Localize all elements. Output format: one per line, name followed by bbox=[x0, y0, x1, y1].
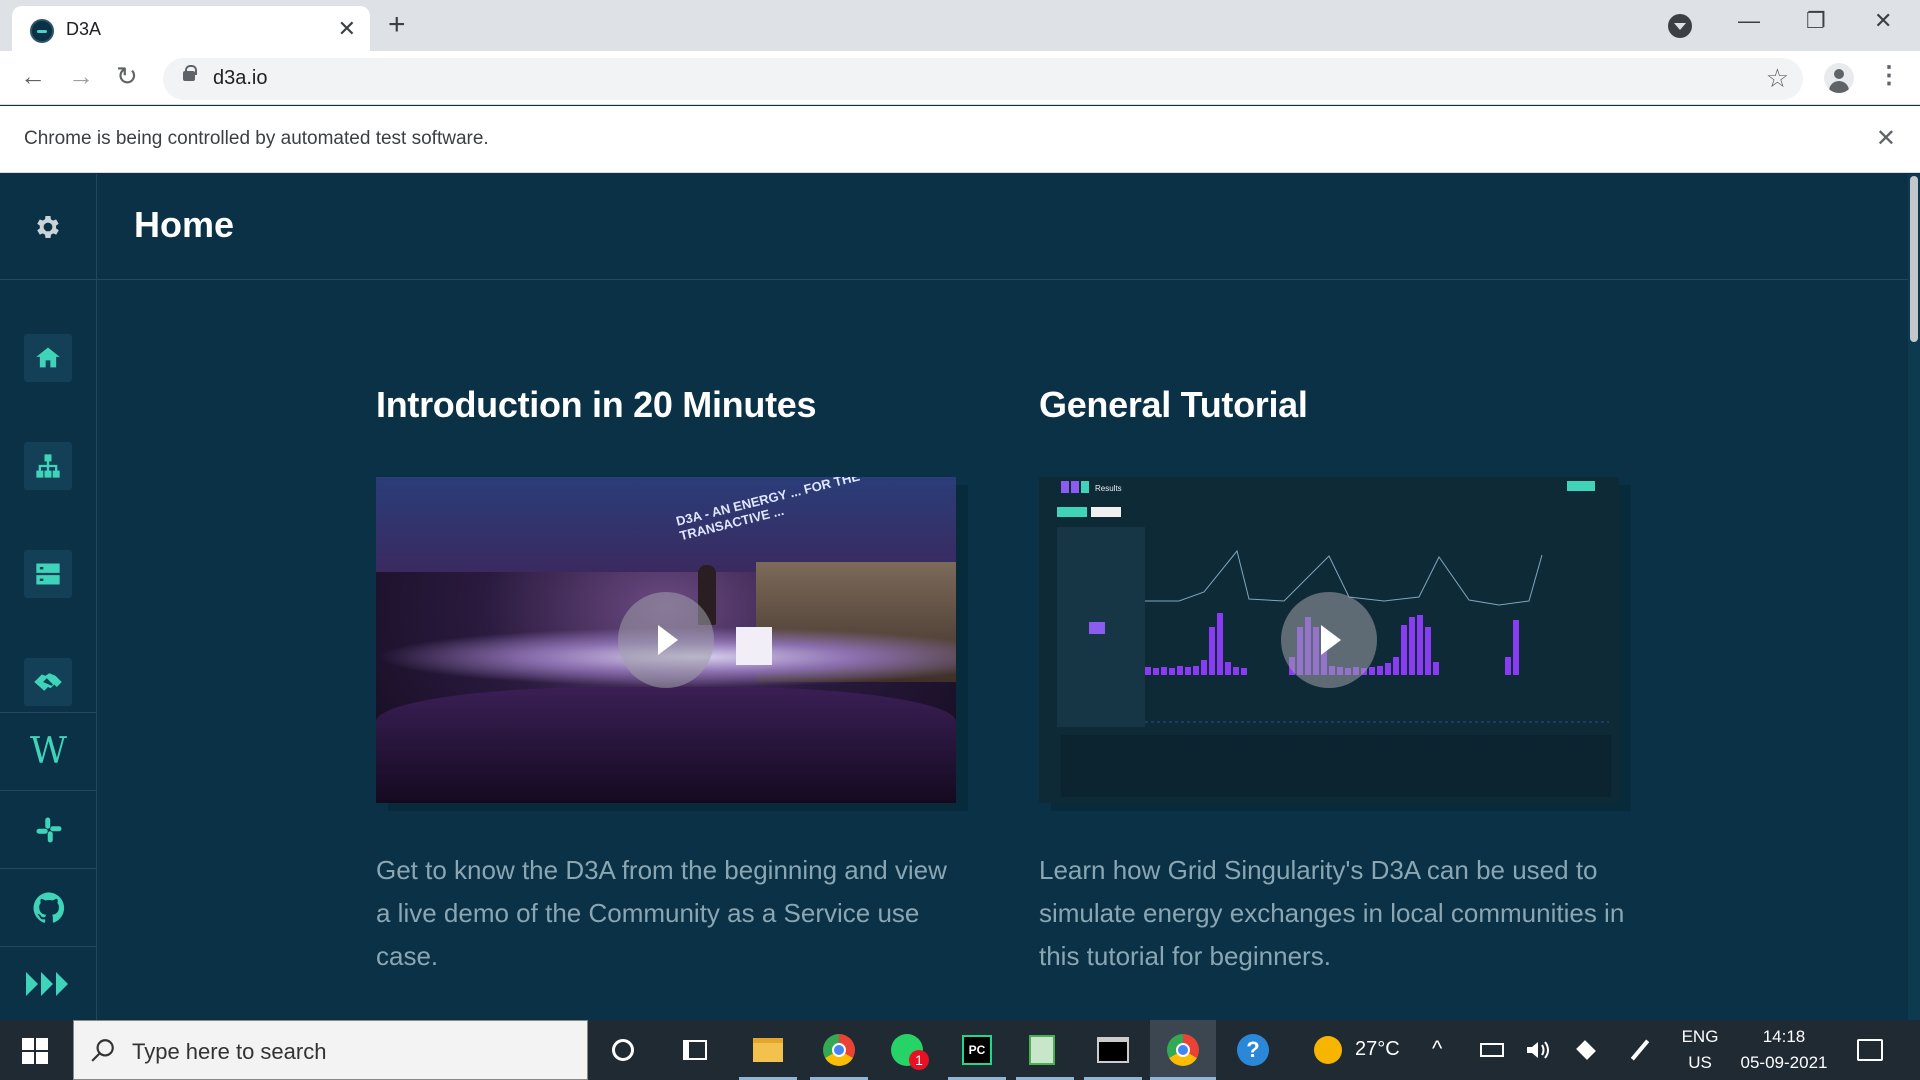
sidebar-settings bbox=[0, 174, 96, 280]
page-title: Home bbox=[134, 204, 235, 245]
video-thumbnail-tutorial[interactable]: Results bbox=[1039, 477, 1619, 803]
chrome-icon[interactable] bbox=[821, 1032, 857, 1068]
card-title: Introduction in 20 Minutes bbox=[376, 384, 817, 425]
sidebar-item-logo[interactable] bbox=[0, 946, 97, 1020]
sidebar-item-wiki[interactable]: W bbox=[0, 712, 97, 790]
forward-icon[interactable]: → bbox=[68, 61, 94, 92]
region-code: US bbox=[1688, 1053, 1712, 1072]
tab-close-icon[interactable]: ✕ bbox=[338, 16, 356, 42]
card-description: Get to know the D3A from the beginning a… bbox=[376, 855, 947, 971]
whatsapp-badge: 1 bbox=[909, 1050, 929, 1070]
sidebar-item-home[interactable] bbox=[24, 334, 72, 382]
scrollbar-thumb[interactable] bbox=[1910, 176, 1918, 342]
lock-icon[interactable] bbox=[183, 65, 197, 81]
whatsapp-icon[interactable]: 1 bbox=[889, 1032, 929, 1070]
task-view-icon[interactable] bbox=[677, 1032, 713, 1068]
sidebar-item-github[interactable] bbox=[0, 868, 97, 946]
notifications-icon[interactable] bbox=[1852, 1032, 1888, 1068]
automation-infobar: Chrome is being controlled by automated … bbox=[0, 106, 1920, 173]
tab-search-icon[interactable] bbox=[1668, 14, 1692, 38]
sidebar-item-projects[interactable] bbox=[24, 550, 72, 598]
pycharm-icon[interactable]: PC bbox=[959, 1032, 995, 1068]
pen-icon[interactable] bbox=[1622, 1032, 1658, 1068]
volume-icon[interactable] bbox=[1520, 1032, 1556, 1068]
windows-start-icon[interactable] bbox=[22, 1038, 48, 1064]
wikipedia-icon: W bbox=[29, 731, 67, 772]
database-icon bbox=[36, 563, 60, 585]
video-thumbnail-introduction[interactable]: D3A - AN ENERGY ... FOR THE TRANSACTIVE … bbox=[376, 477, 956, 803]
browser-tab[interactable]: D3A ✕ bbox=[12, 6, 370, 51]
handshake-icon bbox=[34, 673, 62, 691]
reload-icon[interactable]: ↻ bbox=[116, 61, 138, 92]
clock-time: 14:18 bbox=[1762, 1027, 1806, 1046]
gear-icon[interactable] bbox=[33, 212, 63, 242]
help-icon[interactable]: ? bbox=[1235, 1032, 1271, 1068]
taskbar-search-input[interactable]: Type here to search bbox=[73, 1020, 588, 1080]
language-code: ENG bbox=[1681, 1027, 1719, 1046]
dropbox-icon[interactable] bbox=[1568, 1032, 1604, 1068]
d3a-favicon-icon bbox=[30, 19, 54, 43]
tab-title: D3A bbox=[66, 19, 102, 39]
url-text[interactable]: d3a.io bbox=[213, 67, 268, 90]
battery-icon[interactable] bbox=[1474, 1032, 1510, 1068]
search-placeholder: Type here to search bbox=[132, 1039, 327, 1064]
slack-icon bbox=[36, 817, 61, 842]
window-close-button[interactable]: ✕ bbox=[1874, 8, 1892, 34]
gsy-logo-icon bbox=[25, 971, 68, 996]
card-title: General Tutorial bbox=[1039, 384, 1308, 425]
new-tab-button[interactable]: + bbox=[388, 8, 406, 42]
profile-avatar-icon[interactable] bbox=[1824, 63, 1854, 93]
video-card-tutorial: General Tutorial Results Learn how Grid … bbox=[1039, 384, 1629, 971]
clock-date: 05-09-2021 bbox=[1740, 1053, 1828, 1072]
audience bbox=[376, 687, 956, 803]
notepad-icon[interactable] bbox=[1024, 1032, 1060, 1068]
home-icon bbox=[36, 347, 60, 368]
file-explorer-icon[interactable] bbox=[750, 1032, 786, 1068]
page-header: Home bbox=[97, 174, 1920, 280]
terminal-icon[interactable] bbox=[1095, 1032, 1131, 1068]
language-indicator[interactable]: ENG US bbox=[1678, 1027, 1722, 1073]
github-icon bbox=[33, 891, 64, 923]
browser-tab-strip: D3A ✕ + — ❐ ✕ bbox=[0, 0, 1920, 51]
sidebar-item-markets[interactable] bbox=[24, 658, 72, 706]
windows-taskbar: Type here to search 1 PC ? 27°C ^ ENG US… bbox=[0, 1020, 1920, 1080]
weather-sun-icon[interactable] bbox=[1310, 1032, 1346, 1068]
card-description: Learn how Grid Singularity's D3A can be … bbox=[1039, 855, 1625, 971]
sidebar: W bbox=[0, 174, 97, 1020]
play-button-icon[interactable] bbox=[1281, 592, 1377, 688]
back-icon[interactable]: ← bbox=[20, 61, 46, 92]
page-scrollbar[interactable] bbox=[1908, 174, 1920, 1020]
chrome-menu-icon[interactable]: ⋮ bbox=[1877, 61, 1901, 90]
sidebar-item-collaborations[interactable] bbox=[24, 442, 72, 490]
chrome-active-icon[interactable] bbox=[1165, 1032, 1201, 1068]
infobar-close-icon[interactable]: ✕ bbox=[1876, 124, 1896, 153]
cortana-icon[interactable] bbox=[605, 1032, 641, 1068]
browser-toolbar: ← → ↻ d3a.io ☆ ⋮ bbox=[0, 51, 1920, 105]
screen-title: Results bbox=[1095, 484, 1122, 493]
tray-overflow-icon[interactable]: ^ bbox=[1432, 1036, 1442, 1062]
search-icon bbox=[91, 1039, 114, 1062]
restore-button[interactable]: ❐ bbox=[1806, 8, 1826, 34]
sidebar-item-slack[interactable] bbox=[0, 790, 97, 868]
address-bar[interactable]: d3a.io ☆ bbox=[163, 58, 1803, 100]
d3a-app: W Home Introduction in 20 Minutes D3A - … bbox=[0, 174, 1920, 1020]
minimize-button[interactable]: — bbox=[1738, 8, 1760, 34]
infobar-message: Chrome is being controlled by automated … bbox=[24, 128, 489, 149]
video-card-introduction: Introduction in 20 Minutes D3A - AN ENER… bbox=[376, 384, 966, 971]
bookmark-star-icon[interactable]: ☆ bbox=[1766, 63, 1789, 94]
taskbar-clock[interactable]: 14:18 05-09-2021 bbox=[1734, 1027, 1834, 1073]
podium bbox=[736, 627, 772, 665]
hierarchy-icon bbox=[36, 454, 60, 478]
play-button-icon[interactable] bbox=[618, 592, 714, 688]
weather-temperature[interactable]: 27°C bbox=[1355, 1038, 1400, 1061]
